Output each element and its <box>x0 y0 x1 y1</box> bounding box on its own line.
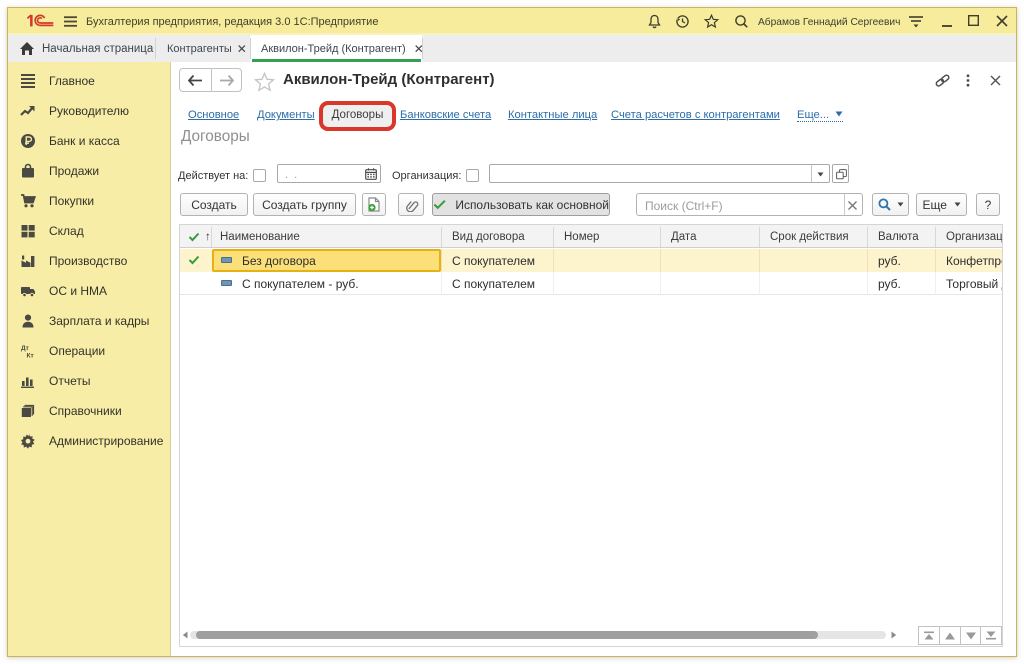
svg-text:Дт: Дт <box>21 345 29 352</box>
svg-text:Кт: Кт <box>27 353 34 360</box>
